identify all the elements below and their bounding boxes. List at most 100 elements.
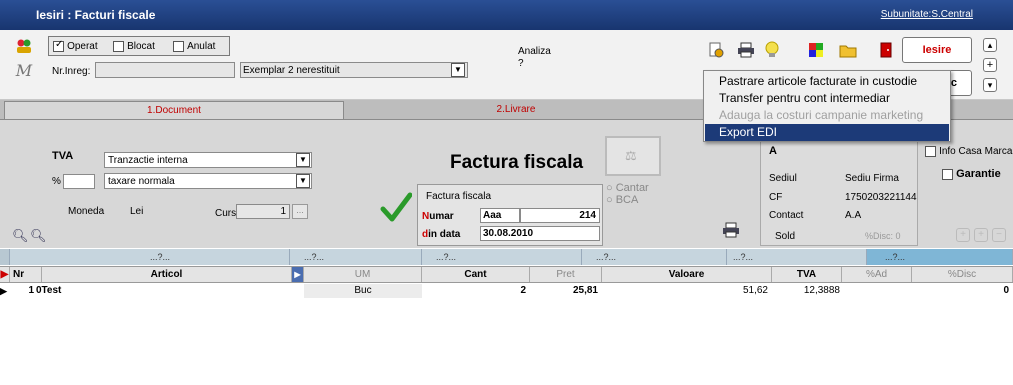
cell-pret[interactable]: 25,81: [530, 284, 598, 298]
row-indicator-icon: ▶: [0, 267, 10, 282]
plus-button[interactable]: +: [983, 58, 997, 72]
tva-type-dropdown-icon[interactable]: ▼: [296, 153, 310, 167]
data-input[interactable]: 30.08.2010: [480, 226, 600, 241]
cell-tva[interactable]: 12,3888: [772, 284, 840, 298]
sold-label: Sold: [775, 231, 796, 242]
add-partner-icon[interactable]: +: [956, 228, 970, 242]
cell-disc[interactable]: 0: [912, 284, 1009, 298]
tva-type-select[interactable]: Tranzactie interna ▼: [104, 152, 312, 168]
remove-partner-icon[interactable]: −: [992, 228, 1006, 242]
anulat-checkbox[interactable]: Anulat: [173, 40, 215, 52]
confirm-check-icon[interactable]: [380, 192, 413, 227]
rubik-cube-icon[interactable]: [806, 40, 826, 60]
cf-value: 1750203221144: [845, 192, 917, 203]
menu-item-export-edi[interactable]: Export EDI: [705, 124, 949, 141]
numar-box-title: Factura fiscala: [426, 191, 492, 202]
status-checkbox-group: ✓ Operat Blocat Anulat: [48, 36, 230, 56]
tva-pct-input[interactable]: [63, 174, 95, 189]
menu-item-pastrare-custodie[interactable]: Pastrare articole facturate in custodie: [705, 73, 949, 90]
col-pret[interactable]: Pret: [530, 267, 602, 282]
filter-cell[interactable]: ...?...: [10, 249, 290, 265]
printer-icon[interactable]: [736, 40, 756, 60]
col-articol[interactable]: Articol: [42, 267, 292, 282]
search-advanced-icon[interactable]: 🔍︎: [30, 228, 47, 244]
cantar-radio[interactable]: ○ Cantar: [606, 182, 649, 194]
app-people-icon[interactable]: [14, 36, 34, 56]
scale-button[interactable]: ⚖︎: [605, 136, 661, 176]
subunitate-link[interactable]: Subunitate:S.Central: [881, 9, 973, 20]
cell-nr[interactable]: 1: [14, 284, 34, 298]
sediul-value: Sediu Firma: [845, 173, 899, 184]
cell-articol[interactable]: 0Test: [36, 284, 286, 298]
scale-icon: ⚖︎: [625, 148, 637, 163]
blocat-checkbox[interactable]: Blocat: [113, 40, 155, 52]
cell-valoare[interactable]: 51,62: [602, 284, 768, 298]
col-nr[interactable]: Nr: [10, 267, 42, 282]
col-valoare[interactable]: Valoare: [602, 267, 772, 282]
cell-ad[interactable]: [842, 284, 910, 298]
nrinreg-label: Nr.Inreg:: [52, 66, 91, 77]
cell-cant[interactable]: 2: [422, 284, 526, 298]
numar-input[interactable]: 214: [520, 208, 600, 223]
row-pointer-icon: ▶: [0, 286, 7, 296]
disc-label: %Disc: 0: [865, 231, 901, 241]
filter-cell[interactable]: ...?...: [867, 249, 1013, 265]
context-menu: Pastrare articole facturate in custodie …: [703, 70, 951, 142]
down-button[interactable]: ▾: [983, 78, 997, 92]
bca-radio[interactable]: ○ BCA: [606, 194, 638, 206]
garantie-checkbox[interactable]: Garantie: [942, 168, 1001, 180]
tva-rate-dropdown-icon[interactable]: ▼: [296, 174, 310, 188]
filter-cell[interactable]: ...?...: [727, 249, 867, 265]
curs-input[interactable]: 1: [236, 204, 290, 219]
numar-series-input[interactable]: Aaa: [480, 208, 520, 223]
search-icon[interactable]: 🔍︎: [12, 228, 29, 244]
analiza-value: ?: [518, 58, 524, 69]
col-articol-picker-icon[interactable]: ▶: [292, 267, 304, 282]
curs-label: Curs: [215, 208, 237, 219]
filter-cell[interactable]: ...?...: [582, 249, 727, 265]
add-partner-alt-icon[interactable]: +: [974, 228, 988, 242]
up-button[interactable]: ▴: [983, 38, 997, 52]
col-um[interactable]: UM: [304, 267, 422, 282]
table-header: ▶ Nr Articol ▶ UM Cant Pret Valoare TVA …: [0, 266, 1013, 283]
filter-cell[interactable]: ...?...: [290, 249, 422, 265]
filter-row: ...?... ...?... ...?... ...?... ...?... …: [0, 249, 1013, 265]
folder-icon[interactable]: [838, 40, 858, 60]
col-disc[interactable]: %Disc: [912, 267, 1013, 282]
partner-name: A: [769, 145, 777, 157]
window-title: Iesiri : Facturi fiscale: [36, 8, 156, 22]
partner-box: A Sediul Sediu Firma CF 1750203221144 Co…: [760, 138, 918, 246]
contact-value: A.A: [845, 210, 862, 221]
tab-document[interactable]: 1.Document: [4, 101, 344, 119]
tab-livrare[interactable]: 2.Livrare: [346, 101, 686, 119]
exemplar-dropdown-icon[interactable]: ▼: [451, 63, 465, 77]
col-cant[interactable]: Cant: [422, 267, 530, 282]
exemplar-select[interactable]: Exemplar 2 nerestituit ▼: [240, 62, 468, 78]
cell-um[interactable]: Buc: [304, 284, 422, 298]
nrinreg-input[interactable]: [95, 62, 235, 78]
table-row[interactable]: ▶ 1 0Test Buc 2 25,81 51,62 12,3888 0: [0, 284, 1013, 298]
numar-box: Factura fiscala Numar Aaa 214 din data 3…: [417, 184, 603, 246]
filter-row-handle: [0, 249, 10, 265]
signature-m-icon[interactable]: M: [14, 60, 34, 80]
title-bar: Iesiri : Facturi fiscale Subunitate:S.Ce…: [0, 0, 1013, 30]
data-label: din data: [422, 229, 461, 240]
iesire-button[interactable]: Iesire: [902, 37, 972, 63]
info-casa-checkbox[interactable]: Info Casa Marca: [925, 145, 1012, 157]
contact-label: Contact: [769, 210, 804, 221]
menu-item-transfer-cont[interactable]: Transfer pentru cont intermediar: [705, 90, 949, 107]
settings-gear-icon[interactable]: [706, 40, 726, 60]
document-title: Factura fiscala: [450, 152, 584, 173]
col-ad[interactable]: %Ad: [842, 267, 912, 282]
exit-door-icon[interactable]: [876, 40, 896, 60]
operat-checkbox[interactable]: ✓ Operat: [53, 39, 98, 52]
curs-browse-button[interactable]: ...: [292, 204, 308, 219]
lightbulb-icon[interactable]: [762, 40, 782, 60]
moneda-label: Moneda: [68, 206, 105, 217]
col-tva[interactable]: TVA: [772, 267, 842, 282]
filter-cell[interactable]: ...?...: [422, 249, 582, 265]
menu-item-adauga-costuri: Adauga la costuri campanie marketing: [719, 108, 924, 122]
cf-label: CF: [769, 192, 783, 203]
print-document-icon[interactable]: [722, 222, 740, 241]
tva-rate-select[interactable]: taxare normala ▼: [104, 173, 312, 189]
